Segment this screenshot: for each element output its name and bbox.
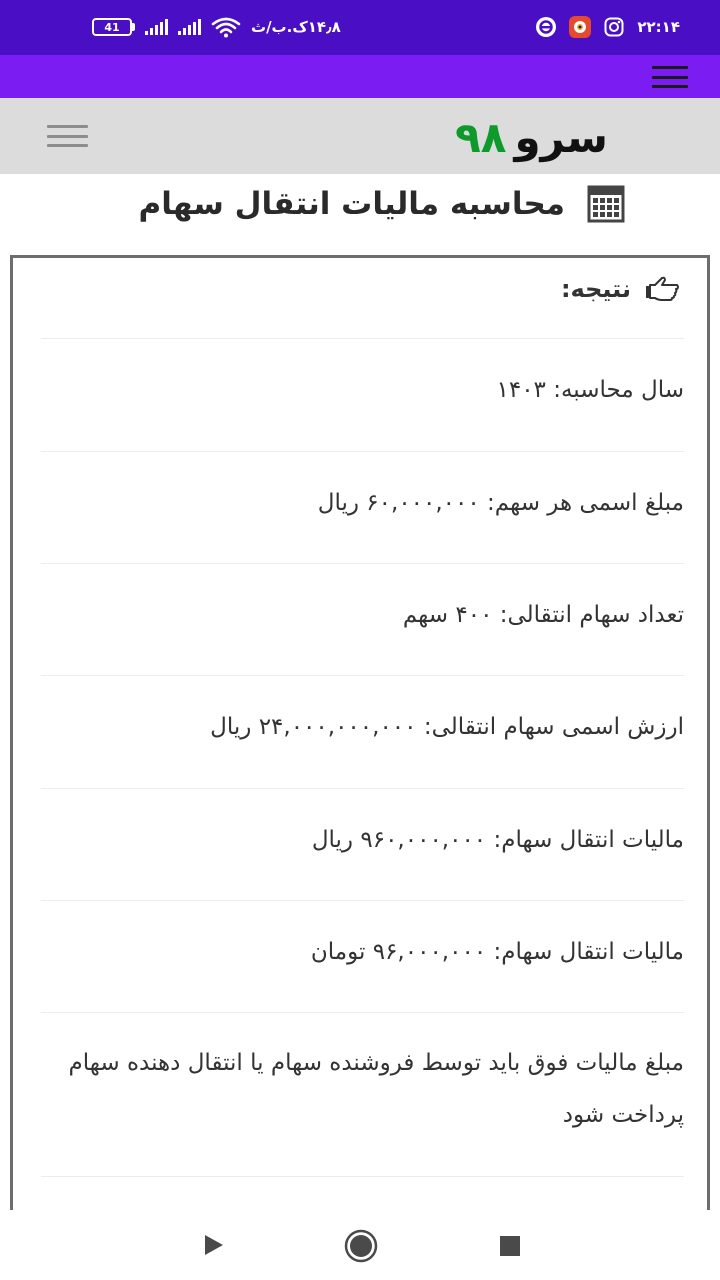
result-card: نتیجه: سال محاسبه: ۱۴۰۳ مبلغ اسمی هر سهم… bbox=[10, 255, 710, 1245]
battery-level: 41 bbox=[104, 20, 120, 34]
status-bar-right: ۲۲:۱۴ bbox=[535, 14, 680, 40]
result-row-year: سال محاسبه: ۱۴۰۳ bbox=[41, 338, 684, 451]
result-row-tax-rial: مالیات انتقال سهام: ۹۶۰,۰۰۰,۰۰۰ ریال bbox=[41, 788, 684, 900]
hamburger-icon[interactable] bbox=[47, 125, 88, 147]
result-row-text: مبلغ اسمی هر سهم: ۶۰,۰۰۰,۰۰۰ ریال bbox=[317, 490, 684, 516]
result-heading: نتیجه: bbox=[561, 270, 679, 308]
page-title: محاسبه مالیات انتقال سهام bbox=[139, 180, 626, 228]
back-icon[interactable] bbox=[203, 1234, 225, 1256]
status-bar: 41 ۱۴٫۸ک.ب/ث ۲۲:۱۴ bbox=[0, 0, 720, 55]
navigation-bar bbox=[0, 1210, 720, 1280]
clock: ۲۲:۱۴ bbox=[637, 18, 680, 36]
site-logo[interactable]: سرو۹۸ bbox=[455, 110, 608, 166]
result-row-text: تعداد سهام انتقالی: ۴۰۰ سهم bbox=[402, 602, 684, 628]
battery-icon: 41 bbox=[92, 18, 135, 36]
calculator-icon bbox=[587, 185, 625, 223]
result-row-text: مالیات انتقال سهام: ۹۶۰,۰۰۰,۰۰۰ ریال bbox=[311, 827, 684, 853]
home-icon[interactable] bbox=[344, 1229, 378, 1263]
result-row-tax-toman: مالیات انتقال سهام: ۹۶,۰۰۰,۰۰۰ تومان bbox=[41, 900, 684, 1012]
instagram-icon bbox=[603, 16, 625, 38]
site-header bbox=[0, 98, 720, 174]
recents-icon[interactable] bbox=[499, 1235, 521, 1257]
browser-icon bbox=[535, 16, 557, 38]
hand-pointer-icon bbox=[646, 276, 679, 301]
network-speed: ۱۴٫۸ک.ب/ث bbox=[251, 18, 341, 36]
result-row-share-count: تعداد سهام انتقالی: ۴۰۰ سهم bbox=[41, 563, 684, 675]
result-row-total-par-value: ارزش اسمی سهام انتقالی: ۲۴,۰۰۰,۰۰۰,۰۰۰ ر… bbox=[41, 675, 684, 788]
result-row-text: ارزش اسمی سهام انتقالی: ۲۴,۰۰۰,۰۰۰,۰۰۰ ر… bbox=[210, 714, 684, 740]
result-note-text: مبلغ مالیات فوق باید توسط فروشنده سهام ی… bbox=[68, 1050, 684, 1128]
status-bar-left: 41 ۱۴٫۸ک.ب/ث bbox=[92, 14, 341, 40]
wifi-icon bbox=[211, 17, 241, 38]
page-title-text: محاسبه مالیات انتقال سهام bbox=[138, 186, 566, 222]
logo-number: ۹۸ bbox=[455, 113, 507, 162]
hamburger-icon[interactable] bbox=[652, 66, 688, 88]
result-row-share-par-value: مبلغ اسمی هر سهم: ۶۰,۰۰۰,۰۰۰ ریال bbox=[41, 451, 684, 563]
logo-word: سرو bbox=[514, 113, 608, 162]
result-note: مبلغ مالیات فوق باید توسط فروشنده سهام ی… bbox=[41, 1012, 684, 1176]
result-row-text: سال محاسبه: ۱۴۰۳ bbox=[496, 377, 684, 403]
accent-bar bbox=[0, 55, 720, 98]
result-row-text: مالیات انتقال سهام: ۹۶,۰۰۰,۰۰۰ تومان bbox=[310, 939, 684, 965]
app-notification-icon bbox=[569, 16, 592, 38]
signal-icon bbox=[145, 19, 168, 35]
signal-icon bbox=[178, 19, 201, 35]
result-heading-text: نتیجه: bbox=[560, 275, 631, 303]
